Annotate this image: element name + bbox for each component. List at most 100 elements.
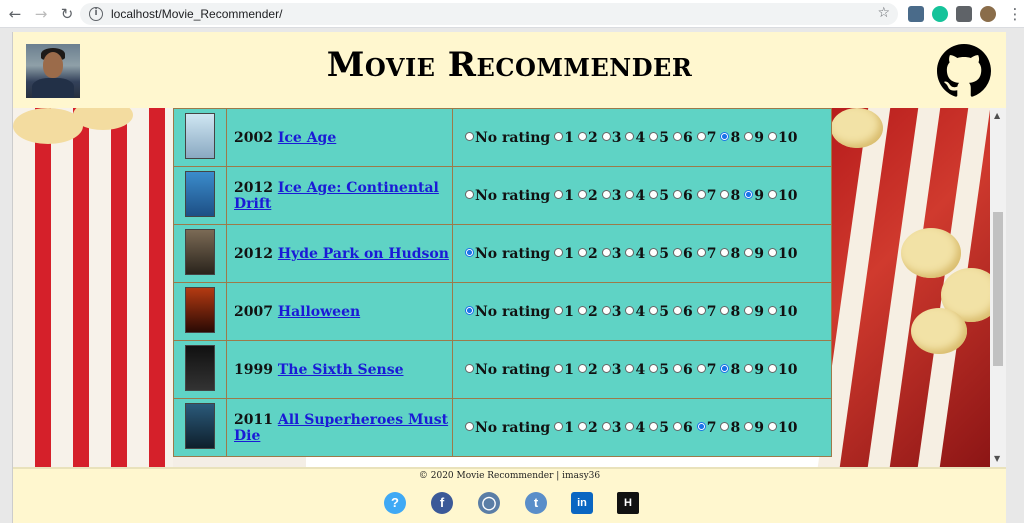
- rating-option[interactable]: 7: [696, 246, 716, 262]
- rating-radio[interactable]: [625, 247, 635, 257]
- rating-option[interactable]: No rating: [465, 420, 550, 436]
- url-text[interactable]: localhost/Movie_Recommender/: [111, 7, 282, 21]
- rating-option[interactable]: 6: [672, 130, 693, 146]
- linkedin-icon[interactable]: in: [571, 492, 593, 514]
- rating-radio[interactable]: [720, 305, 730, 315]
- rating-option[interactable]: 6: [672, 420, 693, 436]
- rating-option[interactable]: 2: [577, 130, 598, 146]
- rating-option[interactable]: 3: [601, 362, 621, 378]
- scrollbar[interactable]: ▲ ▼: [990, 108, 1006, 467]
- rating-radio[interactable]: [672, 189, 682, 199]
- rating-radio[interactable]: [577, 131, 587, 141]
- rating-option[interactable]: 4: [625, 246, 645, 262]
- rating-option[interactable]: 2: [577, 362, 598, 378]
- rating-radio[interactable]: [672, 305, 682, 315]
- rating-radio[interactable]: [767, 131, 777, 141]
- rating-option[interactable]: 9: [744, 246, 764, 262]
- rating-option[interactable]: 7: [696, 420, 716, 436]
- rating-option[interactable]: 3: [601, 246, 621, 262]
- rating-radio[interactable]: [649, 305, 659, 315]
- rating-radio[interactable]: [696, 305, 706, 315]
- rating-option[interactable]: 3: [601, 188, 621, 204]
- rating-option[interactable]: 4: [625, 304, 645, 320]
- rating-option[interactable]: 10: [767, 246, 797, 262]
- rating-option[interactable]: 4: [625, 188, 645, 204]
- rating-radio[interactable]: [672, 363, 682, 373]
- rating-option[interactable]: 1: [554, 188, 574, 204]
- movie-title-link[interactable]: Halloween: [278, 304, 360, 320]
- rating-option[interactable]: 3: [601, 420, 621, 436]
- rating-radio[interactable]: [577, 247, 587, 257]
- rating-radio[interactable]: [465, 363, 474, 373]
- rating-radio[interactable]: [696, 131, 706, 141]
- rating-radio[interactable]: [554, 189, 564, 199]
- instagram-icon[interactable]: ◯: [478, 492, 500, 514]
- rating-radio[interactable]: [601, 189, 611, 199]
- rating-option[interactable]: 5: [649, 246, 669, 262]
- rating-radio[interactable]: [465, 421, 474, 431]
- info-icon[interactable]: i: [89, 7, 103, 21]
- rating-option[interactable]: 6: [672, 246, 693, 262]
- puzzle-icon[interactable]: [956, 6, 972, 22]
- movie-title-link[interactable]: The Sixth Sense: [278, 362, 404, 378]
- rating-radio[interactable]: [744, 247, 754, 257]
- rating-radio[interactable]: [554, 363, 564, 373]
- grammarly-icon[interactable]: [932, 6, 948, 22]
- rating-option[interactable]: 8: [720, 246, 740, 262]
- rating-radio[interactable]: [720, 421, 730, 431]
- rating-radio[interactable]: [744, 363, 754, 373]
- rating-option[interactable]: 6: [672, 362, 693, 378]
- rating-option[interactable]: 6: [672, 304, 693, 320]
- rating-option[interactable]: 1: [554, 420, 574, 436]
- rating-option[interactable]: 10: [767, 130, 797, 146]
- rating-radio[interactable]: [672, 131, 682, 141]
- rating-radio[interactable]: [672, 421, 682, 431]
- rating-radio[interactable]: [577, 363, 587, 373]
- rating-option[interactable]: 8: [720, 130, 740, 146]
- rating-option[interactable]: 4: [625, 420, 645, 436]
- rating-option[interactable]: 10: [767, 304, 797, 320]
- rating-option[interactable]: 8: [720, 188, 740, 204]
- rating-radio[interactable]: [601, 131, 611, 141]
- rating-option[interactable]: 5: [649, 188, 669, 204]
- rating-option[interactable]: 8: [720, 420, 740, 436]
- rating-radio[interactable]: [696, 189, 706, 199]
- rating-radio[interactable]: [767, 421, 777, 431]
- rating-radio[interactable]: [720, 189, 730, 199]
- rating-option[interactable]: 10: [767, 420, 797, 436]
- rating-radio[interactable]: [744, 421, 754, 431]
- rating-option[interactable]: 1: [554, 246, 574, 262]
- rating-radio[interactable]: [649, 247, 659, 257]
- facebook-icon[interactable]: f: [431, 492, 453, 514]
- hackerrank-icon[interactable]: H: [617, 492, 639, 514]
- help-icon[interactable]: ?: [384, 492, 406, 514]
- rating-radio[interactable]: [767, 305, 777, 315]
- github-icon[interactable]: [937, 44, 991, 98]
- rating-radio[interactable]: [625, 131, 635, 141]
- rating-option[interactable]: 9: [744, 130, 764, 146]
- rating-radio[interactable]: [465, 189, 474, 199]
- scrollbar-thumb[interactable]: [993, 212, 1003, 366]
- rating-option[interactable]: 5: [649, 420, 669, 436]
- rating-radio[interactable]: [577, 189, 587, 199]
- twitter-icon[interactable]: t: [525, 492, 547, 514]
- rating-option[interactable]: 9: [744, 188, 764, 204]
- rating-radio[interactable]: [649, 363, 659, 373]
- rating-radio[interactable]: [554, 421, 564, 431]
- rating-radio[interactable]: [649, 131, 659, 141]
- rating-option[interactable]: No rating: [465, 362, 550, 378]
- rating-radio[interactable]: [577, 421, 587, 431]
- address-bar[interactable]: i localhost/Movie_Recommender/ ☆: [80, 3, 898, 25]
- rating-option[interactable]: 2: [577, 188, 598, 204]
- rating-radio[interactable]: [601, 247, 611, 257]
- forward-arrow-icon[interactable]: →: [30, 3, 52, 25]
- rating-option[interactable]: 10: [767, 362, 797, 378]
- rating-radio[interactable]: [465, 247, 474, 257]
- bookmark-star-icon[interactable]: ☆: [877, 5, 890, 21]
- rating-radio[interactable]: [696, 421, 706, 431]
- rating-radio[interactable]: [554, 247, 564, 257]
- rating-radio[interactable]: [767, 247, 777, 257]
- rating-option[interactable]: 1: [554, 362, 574, 378]
- rating-radio[interactable]: [601, 305, 611, 315]
- rating-radio[interactable]: [625, 305, 635, 315]
